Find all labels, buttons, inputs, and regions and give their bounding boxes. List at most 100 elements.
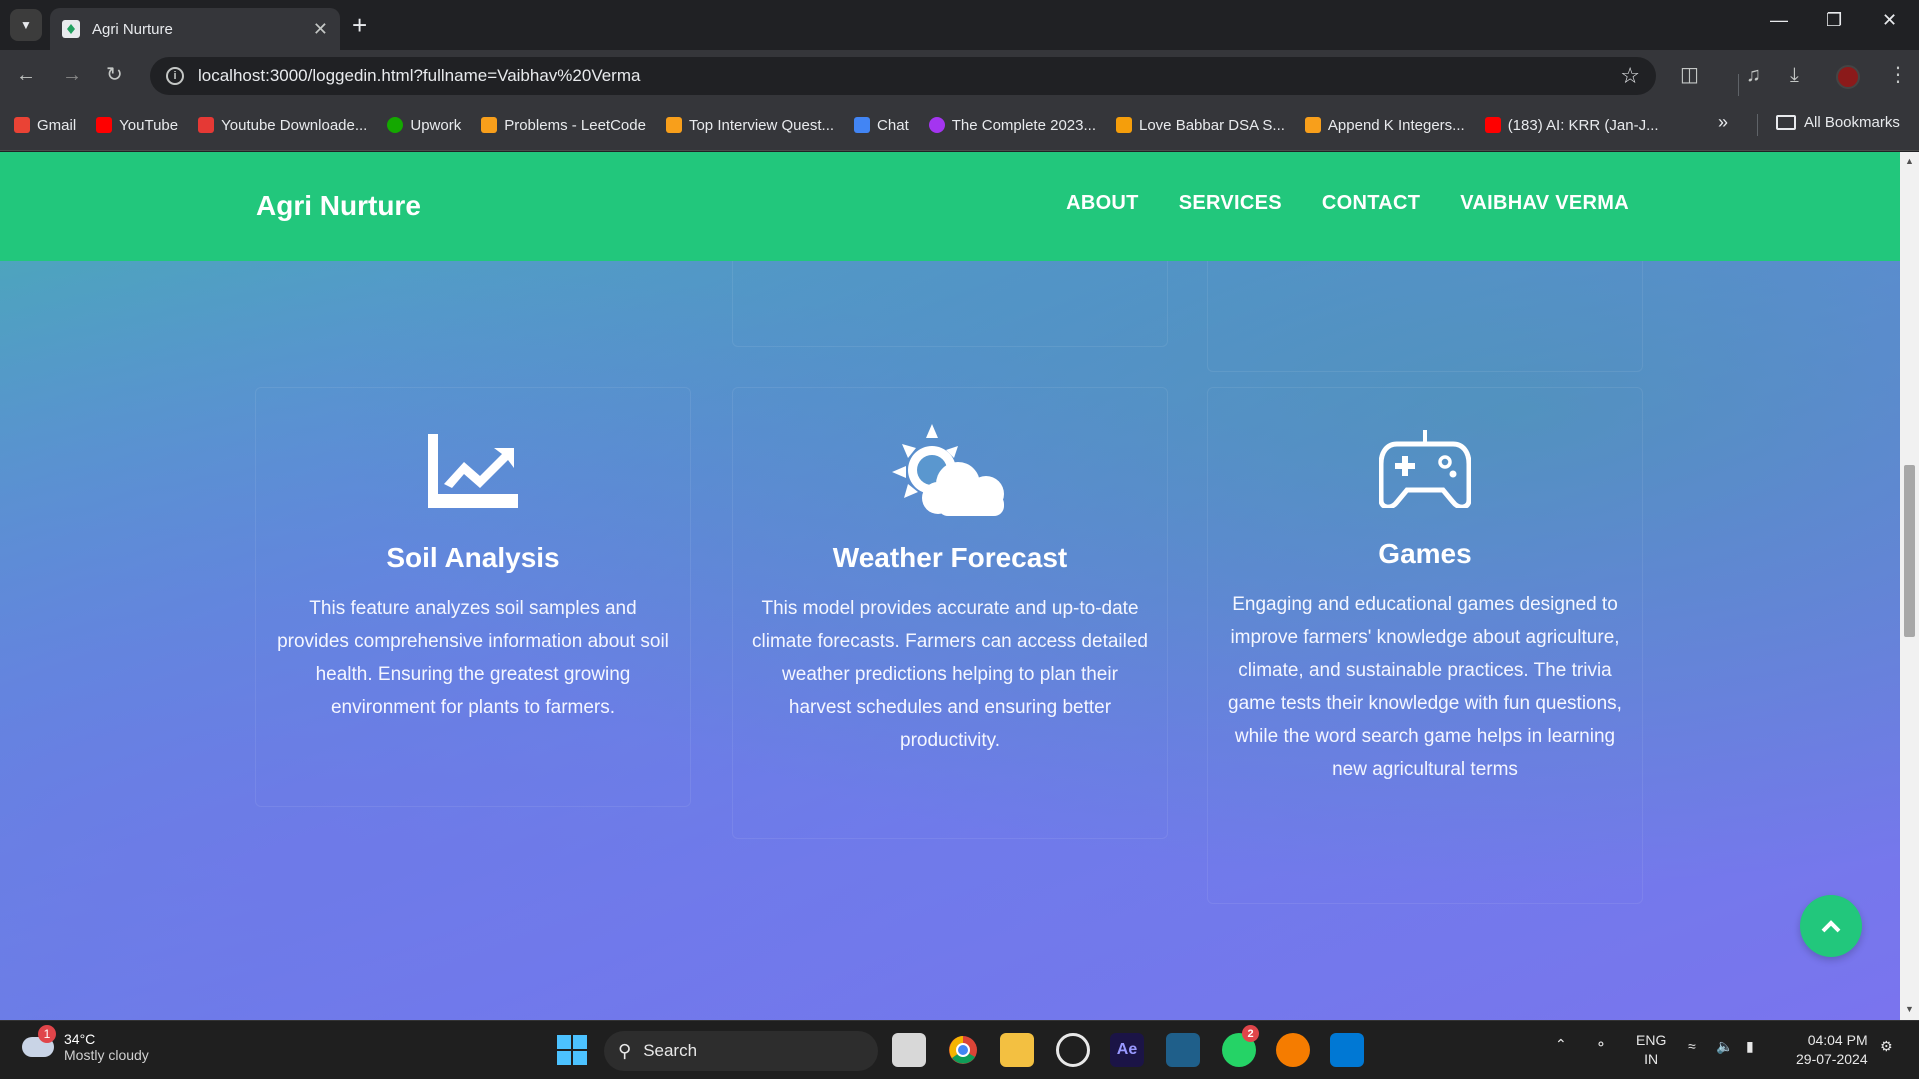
feature-description: This feature analyzes soil samples and p… bbox=[277, 598, 669, 718]
region-code: IN bbox=[1644, 1051, 1659, 1067]
feature-description: Engaging and educational games designed … bbox=[1228, 594, 1622, 780]
site-favicon-icon bbox=[62, 20, 80, 38]
site-brand[interactable]: Agri Nurture bbox=[256, 190, 421, 222]
close-tab-icon[interactable]: ✕ bbox=[313, 19, 328, 40]
leetcode-icon bbox=[481, 117, 498, 133]
language-indicator[interactable]: ENG IN bbox=[1636, 1031, 1666, 1069]
minimize-icon[interactable]: — bbox=[1770, 10, 1788, 31]
app-icon[interactable] bbox=[1166, 1033, 1200, 1067]
menu-kebab-icon[interactable]: ⋮ bbox=[1888, 62, 1908, 88]
bookmark-item[interactable]: Love Babbar DSA S... bbox=[1116, 117, 1285, 134]
bookmark-item[interactable]: YouTube bbox=[96, 117, 178, 134]
bookmark-item[interactable]: Problems - LeetCode bbox=[481, 117, 646, 134]
nav-link-services[interactable]: SERVICES bbox=[1179, 192, 1282, 215]
reload-icon[interactable]: ↻ bbox=[106, 62, 123, 88]
download-arrow-icon bbox=[198, 117, 215, 133]
file-explorer-icon[interactable] bbox=[1000, 1033, 1034, 1067]
weather-widget[interactable]: 1 34°C Mostly cloudy bbox=[22, 1025, 149, 1063]
site-nav-links: ABOUT SERVICES CONTACT VAIBHAV VERMA bbox=[1066, 192, 1629, 215]
feature-games: Games Engaging and educational games des… bbox=[1227, 430, 1623, 786]
nav-link-about[interactable]: ABOUT bbox=[1066, 192, 1139, 215]
scroll-to-top-button[interactable] bbox=[1800, 895, 1862, 957]
weather-temperature: 34°C bbox=[64, 1031, 96, 1047]
after-effects-icon[interactable]: Ae bbox=[1110, 1033, 1144, 1067]
page-viewport: Agri Nurture ABOUT SERVICES CONTACT VAIB… bbox=[0, 152, 1900, 1020]
bookmarks-divider bbox=[1757, 114, 1758, 136]
clock[interactable]: 04:04 PM 29-07-2024 bbox=[1796, 1031, 1868, 1069]
battery-icon[interactable]: ▮ bbox=[1746, 1037, 1754, 1056]
gmail-icon bbox=[14, 117, 30, 133]
bookmark-label: Problems - LeetCode bbox=[504, 116, 646, 134]
tab-title: Agri Nurture bbox=[92, 20, 173, 38]
microphone-icon[interactable]: ⚬ bbox=[1595, 1035, 1607, 1054]
browser-tab-active[interactable]: Agri Nurture ✕ bbox=[50, 8, 340, 50]
chat-icon bbox=[854, 117, 871, 133]
more-bookmarks-icon[interactable]: » bbox=[1718, 112, 1728, 133]
download-icon[interactable]: ⤓ bbox=[1790, 62, 1799, 88]
scrollbar-thumb[interactable] bbox=[1904, 465, 1915, 637]
bookmark-site-icon bbox=[1116, 117, 1132, 133]
bookmark-label: Youtube Downloade... bbox=[221, 116, 368, 134]
browser-tab-bar: ▼ Agri Nurture ✕ + — ❐ ✕ bbox=[0, 0, 1919, 50]
profile-avatar[interactable] bbox=[1836, 65, 1860, 89]
language-code: ENG bbox=[1636, 1032, 1667, 1048]
feature-title: Soil Analysis bbox=[386, 542, 560, 573]
feature-title: Weather Forecast bbox=[832, 542, 1068, 573]
udemy-icon bbox=[928, 117, 945, 133]
leetcode-icon bbox=[665, 117, 682, 133]
bookmark-item[interactable]: Upwork bbox=[387, 117, 461, 134]
bookmark-item[interactable]: Gmail bbox=[14, 117, 76, 134]
bookmark-item[interactable]: The Complete 2023... bbox=[928, 117, 1096, 134]
bookmark-item[interactable]: (183) AI: KRR (Jan-J... bbox=[1484, 116, 1659, 134]
window-close-icon[interactable]: ✕ bbox=[1882, 10, 1897, 31]
bookmark-label: Love Babbar DSA S... bbox=[1139, 116, 1285, 134]
folder-icon bbox=[1776, 115, 1796, 130]
nav-link-contact[interactable]: CONTACT bbox=[1322, 192, 1420, 215]
app-icon[interactable] bbox=[1056, 1033, 1090, 1067]
new-tab-button[interactable]: + bbox=[352, 10, 367, 40]
taskbar-search[interactable]: ⚲ Search bbox=[604, 1031, 878, 1071]
os-taskbar: 1 34°C Mostly cloudy ⚲ Search Ae 2 ⌃ ⚬ E… bbox=[0, 1020, 1919, 1079]
media-control-icon[interactable]: ♫ bbox=[1746, 62, 1761, 88]
nav-link-user[interactable]: VAIBHAV VERMA bbox=[1460, 192, 1629, 215]
cloud-sun-icon bbox=[892, 424, 1004, 516]
forward-icon[interactable]: → bbox=[62, 62, 82, 88]
page-scrollbar[interactable]: ▲ ▼ bbox=[1900, 152, 1919, 1020]
site-navbar: Agri Nurture ABOUT SERVICES CONTACT VAIB… bbox=[0, 152, 1900, 261]
cloud-icon: 1 bbox=[22, 1025, 56, 1057]
bookmark-item[interactable]: Youtube Downloade... bbox=[198, 117, 367, 134]
notification-badge: 2 bbox=[1242, 1025, 1259, 1042]
volume-icon[interactable]: 🔈 bbox=[1716, 1037, 1733, 1056]
search-icon: ⚲ bbox=[618, 1040, 632, 1061]
chevron-down-icon: ▼ bbox=[20, 18, 32, 32]
whatsapp-icon[interactable]: 2 bbox=[1222, 1025, 1259, 1067]
all-bookmarks-button[interactable]: All Bookmarks bbox=[1776, 114, 1900, 131]
tray-overflow-icon[interactable]: ⌃ bbox=[1555, 1035, 1567, 1054]
search-label: Search bbox=[643, 1041, 698, 1060]
site-info-icon[interactable]: i bbox=[166, 67, 184, 85]
bookmark-item[interactable]: Chat bbox=[854, 117, 909, 134]
task-view-icon[interactable] bbox=[892, 1033, 926, 1067]
address-bar[interactable]: i localhost:3000/loggedin.html?fullname=… bbox=[150, 57, 1656, 95]
scroll-down-icon[interactable]: ▼ bbox=[1905, 1004, 1914, 1014]
bookmark-item[interactable]: Append K Integers... bbox=[1304, 116, 1465, 134]
wifi-icon[interactable]: ≈ bbox=[1688, 1037, 1696, 1056]
vscode-icon[interactable] bbox=[1330, 1033, 1364, 1067]
bookmark-item[interactable]: Top Interview Quest... bbox=[665, 116, 835, 134]
tab-search-button[interactable]: ▼ bbox=[10, 9, 42, 41]
bookmark-star-icon[interactable]: ☆ bbox=[1620, 63, 1640, 89]
clock-time: 04:04 PM bbox=[1807, 1032, 1868, 1048]
blender-icon[interactable] bbox=[1276, 1033, 1310, 1067]
bookmark-label: (183) AI: KRR (Jan-J... bbox=[1507, 116, 1659, 134]
restore-icon[interactable]: ❐ bbox=[1826, 10, 1842, 31]
windows-start-icon[interactable] bbox=[555, 1033, 589, 1067]
scroll-up-icon[interactable]: ▲ bbox=[1905, 156, 1914, 166]
bookmark-label: Top Interview Quest... bbox=[688, 116, 835, 134]
extensions-icon[interactable]: ◫ bbox=[1680, 62, 1699, 88]
bookmark-label: YouTube bbox=[119, 116, 179, 134]
notifications-icon[interactable]: ⚙ bbox=[1880, 1037, 1893, 1056]
back-icon[interactable]: ← bbox=[16, 62, 36, 88]
upwork-icon bbox=[387, 117, 404, 133]
bookmark-label: Append K Integers... bbox=[1327, 116, 1465, 134]
chrome-icon[interactable] bbox=[946, 1033, 980, 1067]
